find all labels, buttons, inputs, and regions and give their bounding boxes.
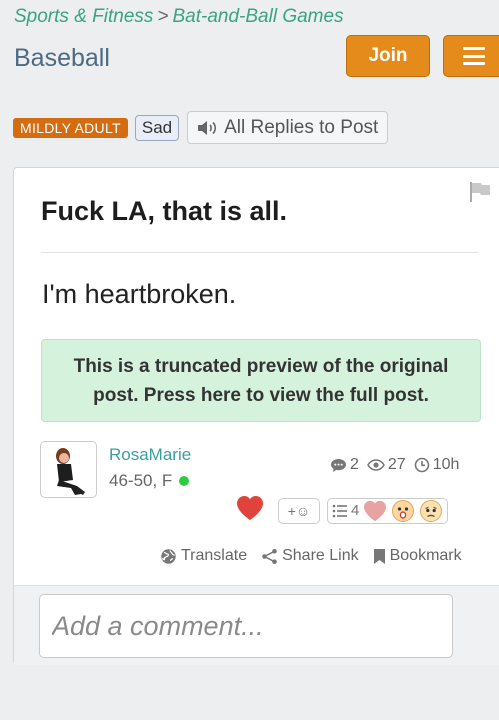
author-name[interactable]: RosaMarie (109, 445, 191, 465)
mood-badge: Sad (134, 114, 180, 141)
breadcrumb-category-link[interactable]: Sports & Fitness (14, 6, 153, 27)
translate-button[interactable]: Translate (160, 547, 247, 565)
add-reaction-button[interactable]: +☺ (278, 497, 320, 524)
post-title[interactable]: Fuck LA, that is all. (41, 196, 287, 227)
view-count: 27 (367, 456, 406, 474)
post-age: 10h (414, 456, 459, 474)
list-icon (332, 504, 347, 517)
flag-icon[interactable] (468, 181, 492, 208)
globe-icon (161, 548, 176, 564)
heart-react-button[interactable] (236, 495, 264, 526)
comment-count: 2 (330, 456, 359, 474)
share-icon (262, 548, 277, 564)
eye-icon (367, 459, 385, 471)
all-replies-button[interactable]: All Replies to Post (187, 111, 389, 144)
sad-face-icon (419, 499, 443, 523)
comment-area (14, 585, 499, 665)
title-divider (41, 252, 478, 253)
bookmark-icon (373, 548, 385, 564)
breadcrumb: Sports & Fitness > Bat-and-Ball Games (14, 6, 344, 28)
shocked-face-icon (391, 499, 415, 523)
author-info: 46-50, F (109, 471, 190, 491)
reactions-bar: +☺ 4 (236, 495, 449, 526)
post-actions: Translate Share Link Bookmark (160, 547, 476, 565)
comment-bubble-icon (331, 458, 346, 472)
share-link-button[interactable]: Share Link (261, 547, 359, 565)
reaction-list-button[interactable]: 4 (327, 497, 449, 524)
author-age-gender: 46-50, F (109, 471, 173, 490)
reaction-count: 4 (351, 502, 360, 519)
menu-button[interactable] (443, 35, 499, 77)
post-tags: MILDLY ADULT Sad All Replies to Post (13, 111, 389, 144)
heart-icon (237, 496, 263, 520)
post-card: Fuck LA, that is all. I'm heartbroken. T… (13, 167, 499, 665)
avatar[interactable] (40, 441, 97, 498)
pink-heart-icon (363, 500, 387, 522)
join-button[interactable]: Join (346, 35, 430, 77)
hamburger-icon (463, 47, 485, 65)
online-status-indicator (179, 476, 190, 486)
rating-badge: MILDLY ADULT (13, 117, 128, 138)
post-body: I'm heartbroken. (42, 279, 237, 309)
clock-icon (414, 457, 430, 473)
post-stats: 2 27 10h (330, 456, 467, 474)
comment-input[interactable] (39, 594, 453, 658)
truncated-preview-notice[interactable]: This is a truncated preview of the origi… (41, 339, 481, 422)
page-title: Baseball (14, 44, 110, 72)
bookmark-button[interactable]: Bookmark (373, 547, 462, 565)
breadcrumb-separator: > (157, 6, 169, 27)
breadcrumb-subcategory-link[interactable]: Bat-and-Ball Games (173, 6, 344, 27)
speaker-icon (197, 120, 219, 136)
all-replies-label: All Replies to Post (224, 116, 379, 138)
